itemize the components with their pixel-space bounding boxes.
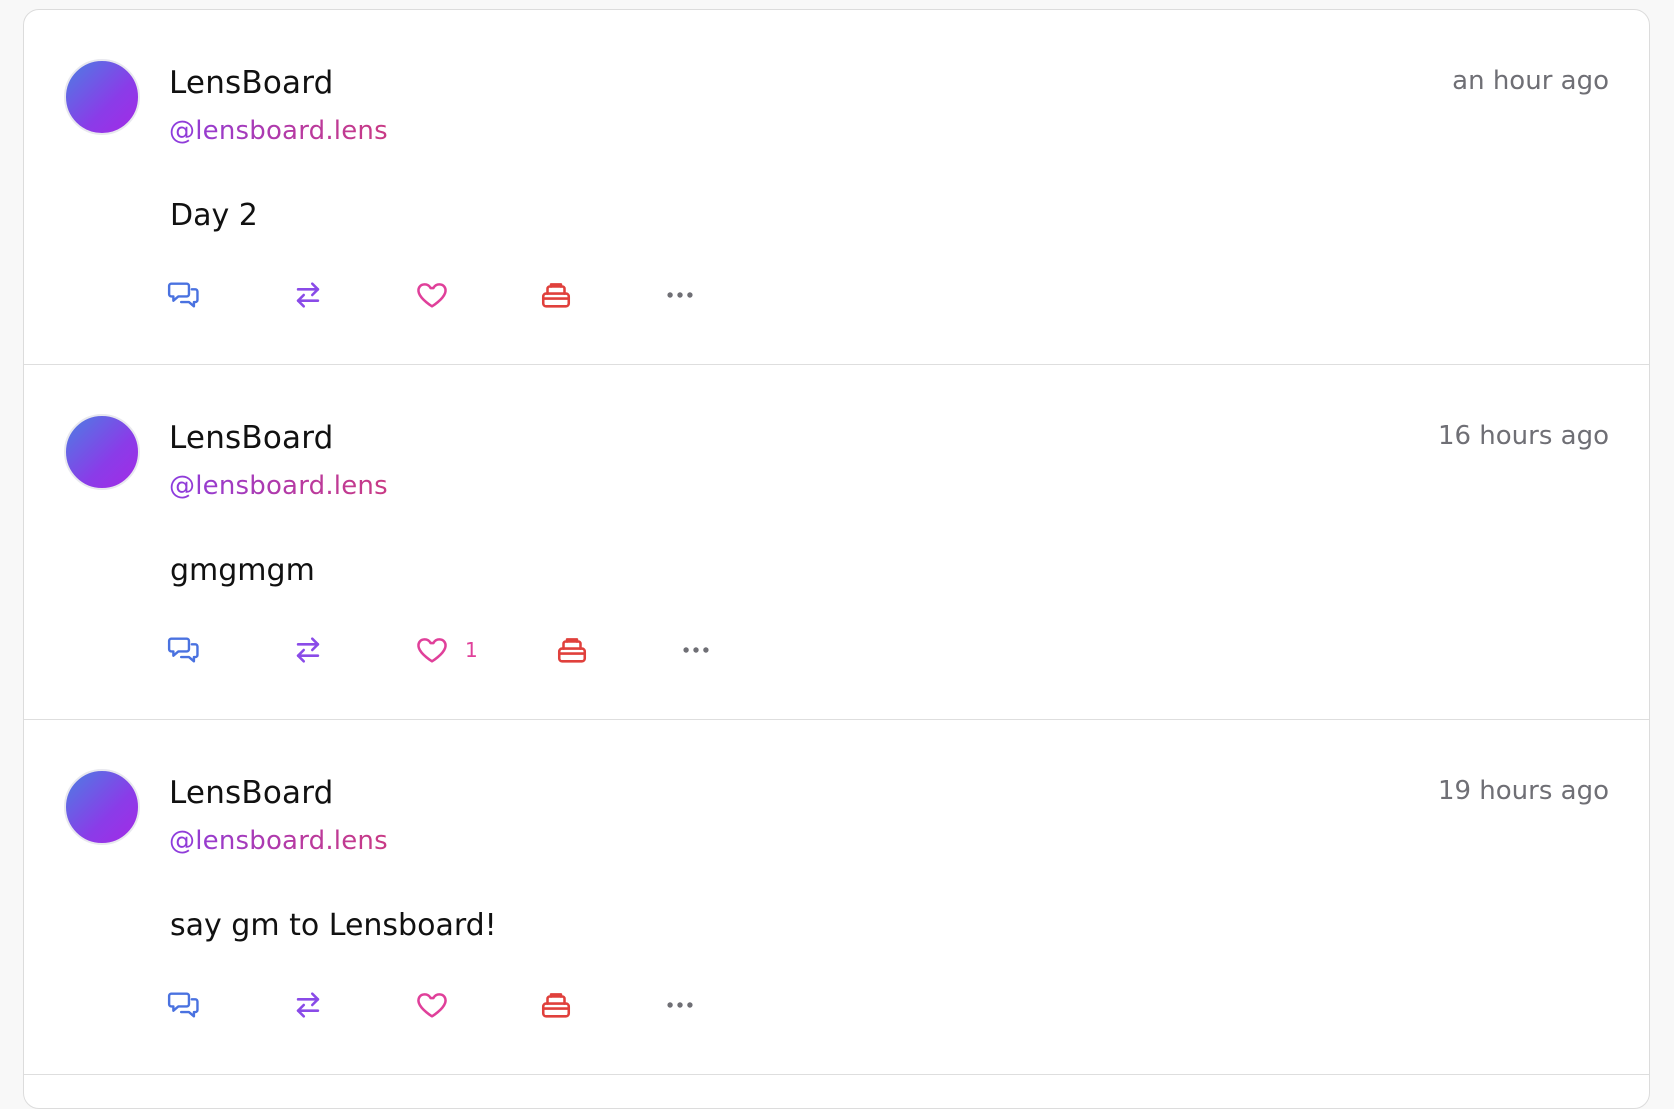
comment-icon xyxy=(167,637,199,663)
comment-button[interactable] xyxy=(167,985,291,1025)
collect-button[interactable] xyxy=(539,275,663,315)
post-timestamp: 16 hours ago xyxy=(1437,421,1609,451)
like-button[interactable]: 1 xyxy=(415,630,555,670)
mirror-button[interactable] xyxy=(291,630,415,670)
post-actions xyxy=(167,985,703,1025)
post-card[interactable]: LensBoard @lensboard.lens 16 hours ago g… xyxy=(24,365,1649,720)
post-content: gmgmgm xyxy=(170,553,315,588)
avatar[interactable] xyxy=(64,769,140,845)
author-handle[interactable]: @lensboard.lens xyxy=(169,826,388,856)
like-count: 1 xyxy=(465,638,478,662)
avatar[interactable] xyxy=(64,59,140,135)
like-button[interactable] xyxy=(415,985,539,1025)
heart-icon xyxy=(417,993,447,1018)
avatar[interactable] xyxy=(64,414,140,490)
post-timestamp: 19 hours ago xyxy=(1437,776,1609,806)
heart-icon xyxy=(417,283,447,308)
post-card[interactable]: LensBoard @lensboard.lens 19 hours ago s… xyxy=(24,720,1649,1075)
more-dots-icon xyxy=(683,647,709,653)
collect-icon xyxy=(557,638,587,663)
mirror-icon xyxy=(296,637,320,663)
more-options-button[interactable] xyxy=(663,985,703,1025)
collect-icon xyxy=(541,283,571,308)
mirror-button[interactable] xyxy=(291,985,415,1025)
mirror-icon xyxy=(296,282,320,308)
like-button[interactable] xyxy=(415,275,539,315)
author-handle[interactable]: @lensboard.lens xyxy=(169,116,388,146)
comment-icon xyxy=(167,282,199,308)
comment-button[interactable] xyxy=(167,275,291,315)
post-timestamp: an hour ago xyxy=(1452,66,1609,96)
author-name[interactable]: LensBoard xyxy=(169,65,334,101)
more-dots-icon xyxy=(667,292,693,298)
post-content: Day 2 xyxy=(170,198,258,233)
post-card[interactable]: LensBoard @lensboard.lens an hour ago Da… xyxy=(24,10,1649,365)
collect-button[interactable] xyxy=(539,985,663,1025)
more-dots-icon xyxy=(667,1002,693,1008)
mirror-icon xyxy=(296,992,320,1018)
collect-icon xyxy=(541,993,571,1018)
mirror-button[interactable] xyxy=(291,275,415,315)
post-actions xyxy=(167,275,703,315)
collect-button[interactable] xyxy=(555,630,679,670)
heart-icon xyxy=(417,638,447,663)
post-content: say gm to Lensboard! xyxy=(170,908,497,943)
author-name[interactable]: LensBoard xyxy=(169,420,334,456)
author-handle[interactable]: @lensboard.lens xyxy=(169,471,388,501)
post-feed: LensBoard @lensboard.lens an hour ago Da… xyxy=(23,9,1650,1109)
more-options-button[interactable] xyxy=(663,275,703,315)
author-name[interactable]: LensBoard xyxy=(169,775,334,811)
post-actions: 1 xyxy=(167,630,719,670)
more-options-button[interactable] xyxy=(679,630,719,670)
comment-button[interactable] xyxy=(167,630,291,670)
comment-icon xyxy=(167,992,199,1018)
